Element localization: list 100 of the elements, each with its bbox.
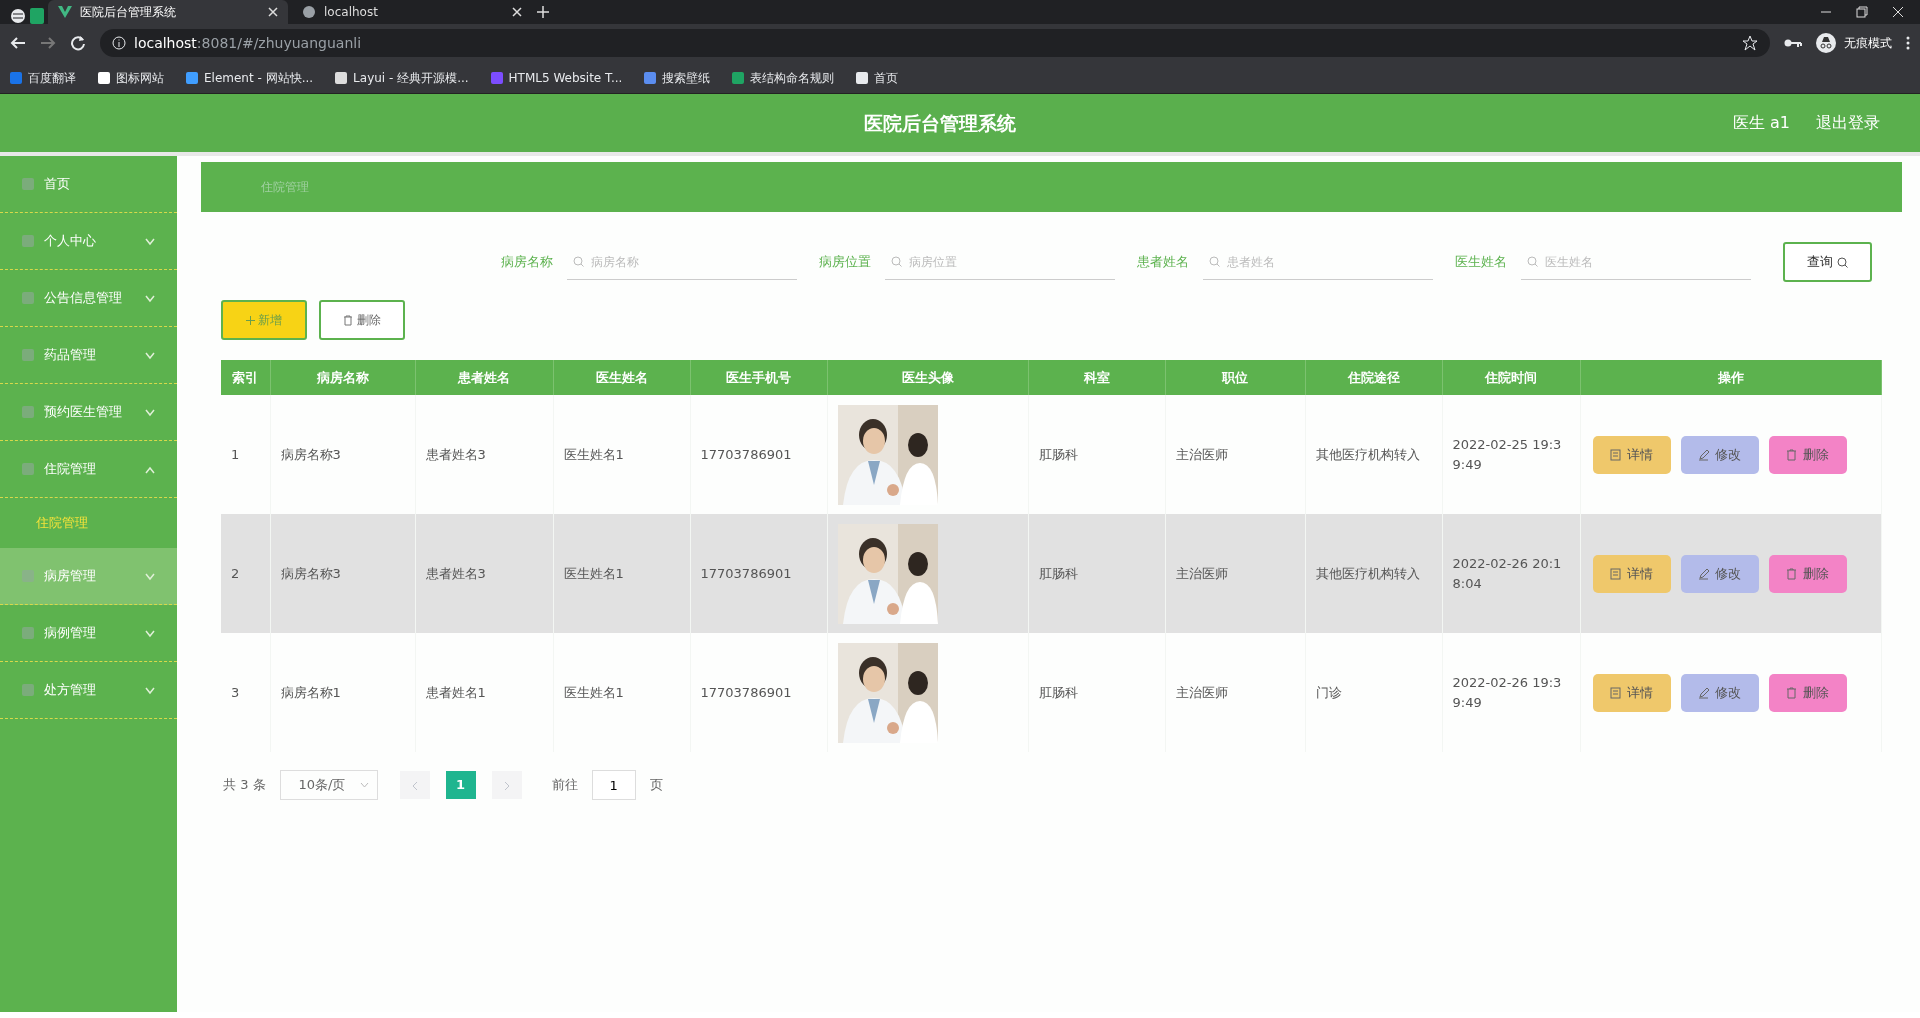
edit-button[interactable]: 修改 bbox=[1680, 435, 1759, 474]
delete-button[interactable]: 删除 bbox=[1768, 554, 1847, 593]
column-header: 医生姓名 bbox=[553, 360, 690, 395]
bookmark[interactable]: Layui - 经典开源模... bbox=[335, 68, 469, 87]
table-cell: 其他医疗机构转入 bbox=[1315, 565, 1420, 581]
field-label: 医生姓名 bbox=[1454, 253, 1507, 272]
menu-item-icon bbox=[22, 570, 34, 582]
menu-item-icon bbox=[22, 406, 34, 418]
bookmark-icon bbox=[644, 71, 657, 84]
menu-item-icon bbox=[22, 627, 34, 639]
table-cell: 2022-02-26 20:18:04 bbox=[1452, 556, 1562, 591]
delete-button[interactable]: 删除 bbox=[1768, 673, 1847, 712]
search-icon bbox=[1208, 256, 1220, 267]
table-cell: 病房名称3 bbox=[280, 565, 341, 581]
more-icon bbox=[1906, 35, 1910, 51]
table-cell: 患者姓名3 bbox=[425, 565, 486, 581]
document-icon bbox=[1610, 686, 1621, 699]
plus-icon bbox=[245, 316, 255, 325]
edit-button[interactable]: 修改 bbox=[1680, 673, 1759, 712]
search-icon bbox=[890, 256, 902, 267]
bookmark[interactable]: 搜索壁纸 bbox=[644, 68, 711, 87]
close-icon bbox=[268, 7, 278, 17]
field-label: 病房位置 bbox=[818, 253, 871, 272]
delete-button[interactable]: 删除 bbox=[1768, 435, 1847, 474]
bookmark[interactable]: 百度翻译 bbox=[10, 68, 76, 87]
details-button[interactable]: 详情 bbox=[1592, 554, 1671, 593]
menu-item-icon bbox=[22, 292, 34, 304]
address-text: localhost:8081/#/zhuyuanguanli bbox=[134, 33, 362, 53]
table-cell: 患者姓名3 bbox=[425, 446, 486, 462]
table-cell: 17703786901 bbox=[700, 684, 792, 700]
table-row[interactable]: 3 病房名称1 患者姓名1 医生姓名1 17703786901 肛肠科 主治医师 门诊 2022-02-26 19:39:49 详情 修改 删除 bbox=[221, 633, 1881, 752]
profile-label[interactable]: 无痕模式 bbox=[1844, 34, 1892, 52]
delete-button[interactable]: 删除 bbox=[319, 300, 405, 340]
column-header: 职位 bbox=[1165, 360, 1305, 395]
table-cell: 其他医疗机构转入 bbox=[1315, 446, 1420, 462]
previous-page-button[interactable] bbox=[399, 771, 430, 799]
column-header: 科室 bbox=[1028, 360, 1165, 395]
bookmark[interactable]: 表结构命名规则 bbox=[732, 68, 835, 87]
bookmark-icon bbox=[98, 71, 110, 84]
table-row[interactable]: 1 病房名称3 患者姓名3 医生姓名1 17703786901 肛肠科 主治医师 其他医疗机构转入 2022-02-25 19:39:49 详情 修改 删除 bbox=[221, 395, 1881, 514]
menu-item-icon bbox=[22, 235, 34, 247]
table-cell: 医生姓名1 bbox=[563, 565, 624, 581]
column-header: 病房名称 bbox=[270, 360, 415, 395]
browser-tab[interactable]: 医院后台管理系统 bbox=[48, 0, 288, 24]
bookmark[interactable]: HTML5 Website T... bbox=[490, 68, 623, 87]
incognito-icon bbox=[1816, 33, 1836, 53]
address-bar[interactable]: localhost:8081/#/zhuyuanguanli bbox=[100, 29, 1770, 57]
bookmark[interactable]: 图标网站 bbox=[98, 68, 164, 87]
menu-item-icon bbox=[22, 684, 34, 696]
menu-item-icon bbox=[22, 178, 34, 190]
table-cell: 2022-02-26 19:39:49 bbox=[1452, 675, 1562, 710]
page-label: 页 bbox=[649, 776, 663, 795]
pencil-icon bbox=[1698, 686, 1709, 699]
table-cell: 17703786901 bbox=[700, 446, 792, 462]
chevron-left-icon bbox=[411, 780, 418, 791]
search-field[interactable]: 患者姓名 bbox=[1202, 244, 1433, 280]
search-icon bbox=[572, 256, 584, 267]
table-cell: 肛肠科 bbox=[1038, 684, 1078, 700]
table-cell: 医生姓名1 bbox=[563, 446, 624, 462]
details-button[interactable]: 详情 bbox=[1592, 673, 1671, 712]
column-header: 医生手机号 bbox=[690, 360, 827, 395]
bookmark[interactable]: Element - 网站快... bbox=[186, 68, 314, 87]
bookmark-icon bbox=[335, 71, 348, 84]
trash-icon bbox=[1786, 448, 1797, 461]
reload-icon bbox=[70, 35, 86, 51]
search-field[interactable]: 医生姓名 bbox=[1520, 244, 1751, 280]
table-cell: 2022-02-25 19:39:49 bbox=[1452, 437, 1562, 472]
bookmark[interactable]: 首页 bbox=[856, 68, 899, 87]
menu-item-icon bbox=[22, 463, 34, 475]
menu-item-icon bbox=[22, 349, 34, 361]
table-row[interactable]: 2 病房名称3 患者姓名3 医生姓名1 17703786901 肛肠科 主治医师 其他医疗机构转入 2022-02-26 20:18:04 详情 修改 删除 bbox=[221, 514, 1881, 633]
logout-link[interactable]: 退出登录 bbox=[1816, 111, 1880, 135]
page-size-select[interactable]: 10条/页 bbox=[279, 770, 378, 800]
page-button[interactable]: 1 bbox=[445, 771, 476, 799]
table-cell: 肛肠科 bbox=[1038, 446, 1078, 462]
pencil-icon bbox=[1698, 448, 1709, 461]
next-page-button[interactable] bbox=[491, 771, 522, 799]
forward-icon bbox=[40, 35, 56, 51]
search-icon bbox=[1837, 257, 1848, 269]
user-name: 医生 a1 bbox=[1732, 112, 1790, 134]
table-cell: 17703786901 bbox=[700, 565, 792, 581]
search-icon bbox=[1526, 256, 1538, 267]
column-header: 医生头像 bbox=[827, 360, 1028, 395]
app-title: 医院后台管理系统 bbox=[864, 110, 1016, 136]
table-cell: 病房名称3 bbox=[280, 446, 341, 462]
search-button[interactable]: 查询 bbox=[1782, 242, 1872, 282]
v-logo-icon bbox=[58, 6, 72, 18]
page-input[interactable]: 1 bbox=[591, 770, 636, 800]
table-cell: 3 bbox=[231, 684, 240, 700]
edit-button[interactable]: 修改 bbox=[1680, 554, 1759, 593]
table-cell: 病房名称1 bbox=[280, 684, 341, 700]
column-header: 索引 bbox=[221, 360, 270, 395]
goto-label: 前往 bbox=[551, 776, 578, 795]
sheet-icon bbox=[30, 8, 44, 24]
bookmark-icon bbox=[490, 71, 503, 84]
search-field[interactable]: 病房名称 bbox=[566, 244, 797, 280]
document-icon bbox=[1610, 567, 1621, 580]
trash-icon bbox=[1786, 686, 1797, 699]
details-button[interactable]: 详情 bbox=[1592, 435, 1671, 474]
browser-tab[interactable]: localhost bbox=[292, 0, 532, 24]
